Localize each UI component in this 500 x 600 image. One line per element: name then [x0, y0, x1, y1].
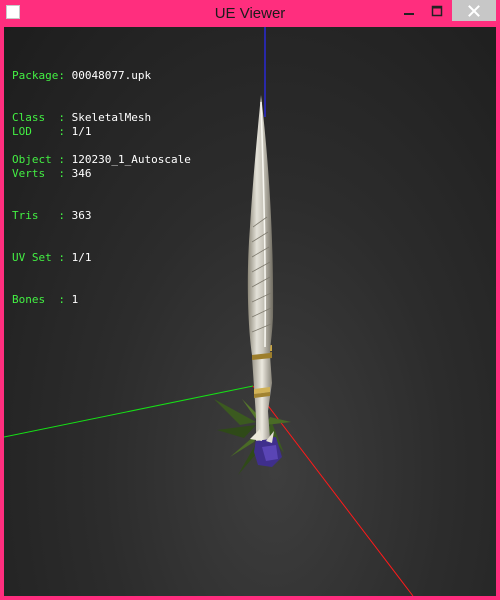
mesh-info-stats: LOD : 1/1 Verts : 346 Tris : 363 UV Set …: [12, 97, 91, 335]
app-window: UE Viewer Package: 00048077.upk Class: …: [0, 0, 500, 600]
y-axis-line: [4, 385, 254, 438]
blade: [247, 95, 274, 355]
maximize-icon: [431, 5, 443, 16]
bones-value: 1: [71, 293, 79, 306]
hilt: [252, 355, 272, 441]
close-icon: [468, 4, 480, 17]
maximize-button[interactable]: [424, 0, 450, 21]
info-line-tris: Tris : 363: [12, 209, 92, 222]
package-value: 00048077.upk: [71, 69, 152, 82]
minimize-icon: [404, 12, 414, 15]
info-line-uvset: UV Set : 1/1: [12, 251, 92, 264]
x-axis-line: [252, 385, 414, 596]
info-line-verts: Verts : 346: [12, 167, 92, 180]
close-button[interactable]: [452, 0, 496, 21]
verts-value: 346: [71, 167, 92, 180]
3d-viewport[interactable]: Package: 00048077.upk Class : SkeletalMe…: [4, 27, 496, 596]
info-line-lod: LOD : 1/1: [12, 125, 92, 138]
info-line-bones: Bones : 1: [12, 293, 79, 306]
info-line-package: Package: 00048077.upk: [12, 69, 152, 82]
uvset-value: 1/1: [71, 251, 92, 264]
lod-value: 1/1: [71, 125, 92, 138]
tris-value: 363: [71, 209, 92, 222]
title-bar[interactable]: UE Viewer: [0, 0, 500, 27]
minimize-button[interactable]: [396, 0, 422, 21]
